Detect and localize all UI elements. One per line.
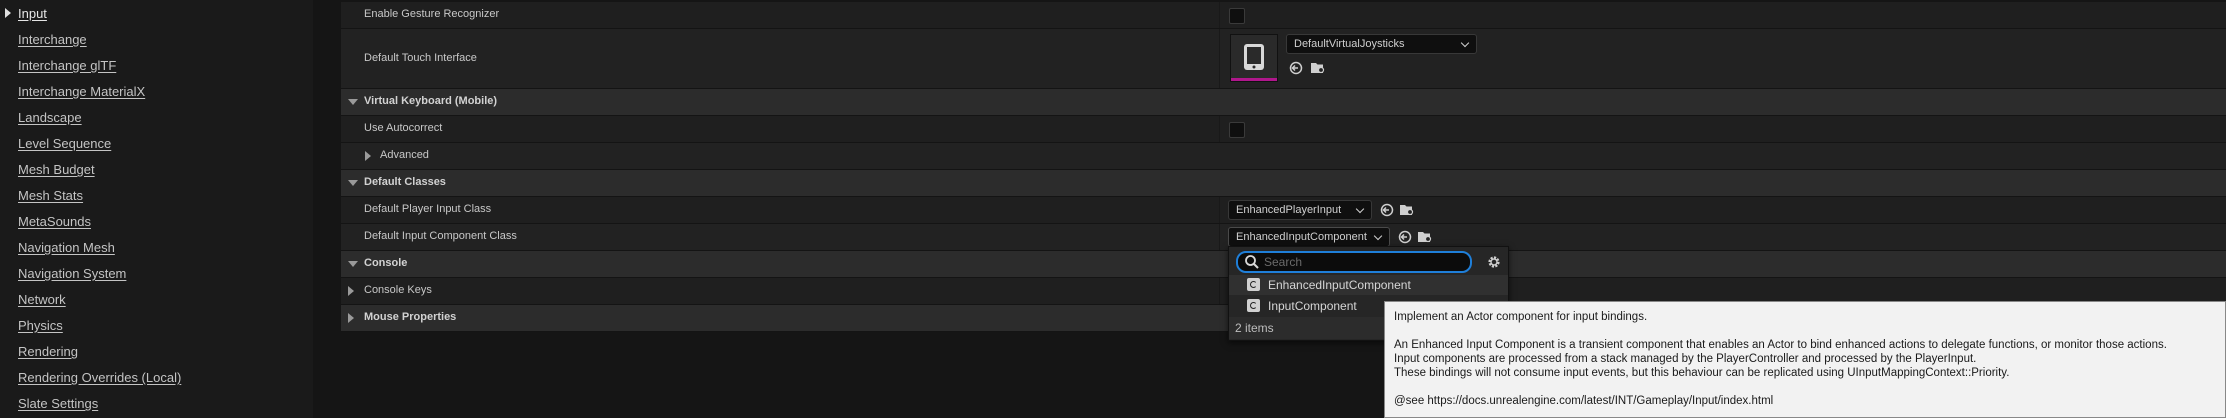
property-label: Console Keys [364, 284, 432, 296]
property-label: Default Touch Interface [364, 52, 477, 64]
nav-item-interchange-materialx[interactable]: Interchange MaterialX [18, 84, 145, 99]
column-divider [1219, 116, 1220, 142]
dropdown-item-label: EnhancedInputComponent [1268, 278, 1411, 292]
chevron-down-icon [1373, 231, 1383, 241]
nav-item-input[interactable]: Input [18, 6, 47, 21]
search-box[interactable] [1236, 251, 1472, 273]
use-selected-asset-icon[interactable] [1289, 61, 1303, 75]
column-divider [1219, 2, 1220, 28]
use-selected-class-icon[interactable] [1398, 230, 1412, 244]
property-label: Use Autocorrect [364, 122, 443, 134]
nav-item-level-sequence[interactable]: Level Sequence [18, 136, 111, 151]
search-input[interactable] [1264, 255, 1464, 269]
nav-item-interchange-gltf[interactable]: Interchange glTF [18, 58, 116, 73]
asset-type-underline [1231, 78, 1277, 81]
caret-right-icon [5, 8, 11, 18]
row-default-player-input-class: Default Player Input Class EnhancedPlaye… [341, 197, 2226, 224]
category-label: Virtual Keyboard (Mobile) [364, 95, 498, 107]
item-count: 2 items [1235, 321, 1274, 335]
property-label: Enable Gesture Recognizer [364, 8, 500, 20]
asset-thumbnail[interactable] [1230, 34, 1278, 82]
row-default-touch-interface: Default Touch Interface DefaultVirtualJo… [341, 29, 2226, 89]
collapse-arrow-icon [348, 99, 358, 105]
nav-item-rendering-overrides[interactable]: Rendering Overrides (Local) [18, 370, 181, 385]
search-icon [1245, 255, 1259, 269]
chevron-down-icon [1355, 204, 1365, 214]
class-icon [1247, 278, 1260, 291]
property-label: Default Input Component Class [364, 230, 517, 242]
row-use-autocorrect: Use Autocorrect [341, 116, 2226, 143]
nav-item-landscape[interactable]: Landscape [18, 110, 82, 125]
browse-asset-icon[interactable] [1310, 61, 1326, 75]
column-divider [1219, 224, 1220, 250]
category-label: Default Classes [364, 176, 446, 188]
nav-item-mesh-budget[interactable]: Mesh Budget [18, 162, 95, 177]
combo-value: DefaultVirtualJoysticks [1294, 38, 1405, 50]
dropdown-item-enhanced-input-component[interactable]: EnhancedInputComponent [1229, 275, 1508, 295]
class-icon [1247, 299, 1260, 312]
combo-value: EnhancedInputComponent [1236, 231, 1367, 243]
enable-gesture-recognizer-checkbox[interactable] [1229, 8, 1245, 24]
column-divider [1219, 197, 1220, 223]
nav-item-slate-settings[interactable]: Slate Settings [18, 396, 98, 411]
group-label: Advanced [380, 149, 429, 161]
nav-item-interchange[interactable]: Interchange [18, 32, 87, 47]
nav-item-mesh-stats[interactable]: Mesh Stats [18, 188, 83, 203]
tooltip-description-line: An Enhanced Input Component is a transie… [1394, 339, 2167, 351]
category-default-classes[interactable]: Default Classes [341, 170, 2226, 197]
nav-item-network[interactable]: Network [18, 292, 66, 307]
collapse-arrow-icon [348, 261, 358, 267]
nav-item-rendering[interactable]: Rendering [18, 344, 78, 359]
row-enable-gesture-recognizer: Enable Gesture Recognizer [341, 2, 2226, 29]
browse-class-icon[interactable] [1417, 230, 1433, 244]
settings-category-list: Input Interchange Interchange glTF Inter… [0, 0, 314, 418]
default-input-component-class-combo[interactable]: EnhancedInputComponent [1228, 227, 1390, 247]
collapse-arrow-icon [348, 180, 358, 186]
default-touch-interface-combo[interactable]: DefaultVirtualJoysticks [1286, 34, 1477, 54]
default-player-input-class-combo[interactable]: EnhancedPlayerInput [1228, 200, 1372, 220]
expand-arrow-icon [365, 151, 371, 161]
row-advanced[interactable]: Advanced [341, 143, 2226, 170]
expand-arrow-icon [348, 286, 354, 296]
combo-value: EnhancedPlayerInput [1236, 204, 1342, 216]
use-selected-class-icon[interactable] [1380, 203, 1394, 217]
category-label: Console [364, 257, 408, 269]
class-tooltip: Implement an Actor component for input b… [1384, 301, 2226, 418]
category-virtual-keyboard[interactable]: Virtual Keyboard (Mobile) [341, 89, 2226, 116]
use-autocorrect-checkbox[interactable] [1229, 122, 1245, 138]
category-label: Mouse Properties [364, 311, 457, 323]
nav-item-metasounds[interactable]: MetaSounds [18, 214, 91, 229]
tooltip-summary: Implement an Actor component for input b… [1394, 311, 1648, 323]
panel-splitter[interactable] [313, 0, 341, 418]
column-divider [1219, 278, 1220, 304]
chevron-down-icon [1460, 38, 1470, 48]
browse-class-icon[interactable] [1399, 203, 1415, 217]
gear-icon[interactable] [1486, 254, 1502, 270]
tooltip-doc-link: @see https://docs.unrealengine.com/lates… [1394, 395, 1774, 407]
dropdown-item-label: InputComponent [1268, 299, 1357, 313]
expand-arrow-icon [348, 313, 354, 323]
column-divider [1219, 29, 1220, 88]
tablet-icon [1244, 44, 1264, 70]
tooltip-description-line: These bindings will not consume input ev… [1394, 367, 2010, 379]
nav-item-navigation-mesh[interactable]: Navigation Mesh [18, 240, 115, 255]
nav-item-navigation-system[interactable]: Navigation System [18, 266, 126, 281]
nav-item-physics[interactable]: Physics [18, 318, 63, 333]
property-label: Default Player Input Class [364, 203, 492, 215]
tooltip-description-line: Input components are processed from a st… [1394, 353, 1977, 365]
